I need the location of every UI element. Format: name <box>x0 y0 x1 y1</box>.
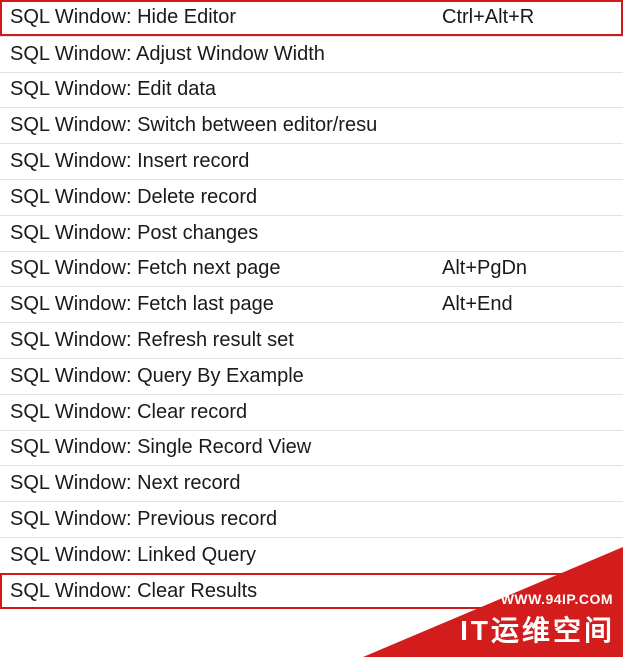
command-label: SQL Window: Single Record View <box>10 436 442 459</box>
command-label: SQL Window: Refresh result set <box>10 329 442 352</box>
command-row[interactable]: SQL Window: Adjust Window Width <box>0 36 623 72</box>
command-row[interactable]: SQL Window: Edit data <box>0 72 623 108</box>
shortcut-label: Ctrl+Alt+R <box>442 6 623 29</box>
command-row[interactable]: SQL Window: Insert record <box>0 143 623 179</box>
command-label: SQL Window: Adjust Window Width <box>10 43 442 66</box>
command-list: SQL Window: Hide EditorCtrl+Alt+RSQL Win… <box>0 0 623 609</box>
command-row[interactable]: SQL Window: Clear Results <box>0 573 623 609</box>
command-label: SQL Window: Linked Query <box>10 544 442 567</box>
command-row[interactable]: SQL Window: Clear record <box>0 394 623 430</box>
command-row[interactable]: SQL Window: Fetch last pageAlt+End <box>0 286 623 322</box>
command-label: SQL Window: Edit data <box>10 78 442 101</box>
command-row[interactable]: SQL Window: Next record <box>0 465 623 501</box>
command-label: SQL Window: Delete record <box>10 186 442 209</box>
command-row[interactable]: SQL Window: Switch between editor/resu <box>0 107 623 143</box>
command-row[interactable]: SQL Window: Linked Query <box>0 537 623 573</box>
command-label: SQL Window: Query By Example <box>10 365 442 388</box>
command-label: SQL Window: Post changes <box>10 222 442 245</box>
command-row[interactable]: SQL Window: Post changes <box>0 215 623 251</box>
command-label: SQL Window: Clear Results <box>10 580 442 603</box>
command-row[interactable]: SQL Window: Refresh result set <box>0 322 623 358</box>
command-row[interactable]: SQL Window: Fetch next pageAlt+PgDn <box>0 251 623 287</box>
command-label: SQL Window: Switch between editor/resu <box>10 114 442 137</box>
command-label: SQL Window: Insert record <box>10 150 442 173</box>
command-label: SQL Window: Fetch next page <box>10 257 442 280</box>
shortcut-label: Alt+PgDn <box>442 257 623 280</box>
command-row[interactable]: SQL Window: Query By Example <box>0 358 623 394</box>
command-row[interactable]: SQL Window: Hide EditorCtrl+Alt+R <box>0 0 623 36</box>
watermark-main: IT运维空间 <box>460 609 615 649</box>
command-label: SQL Window: Clear record <box>10 401 442 424</box>
command-row[interactable]: SQL Window: Single Record View <box>0 430 623 466</box>
command-label: SQL Window: Hide Editor <box>10 6 442 29</box>
command-row[interactable]: SQL Window: Previous record <box>0 501 623 537</box>
command-label: SQL Window: Fetch last page <box>10 293 442 316</box>
shortcut-label: Alt+End <box>442 293 623 316</box>
command-label: SQL Window: Previous record <box>10 508 442 531</box>
command-row[interactable]: SQL Window: Delete record <box>0 179 623 215</box>
command-label: SQL Window: Next record <box>10 472 442 495</box>
